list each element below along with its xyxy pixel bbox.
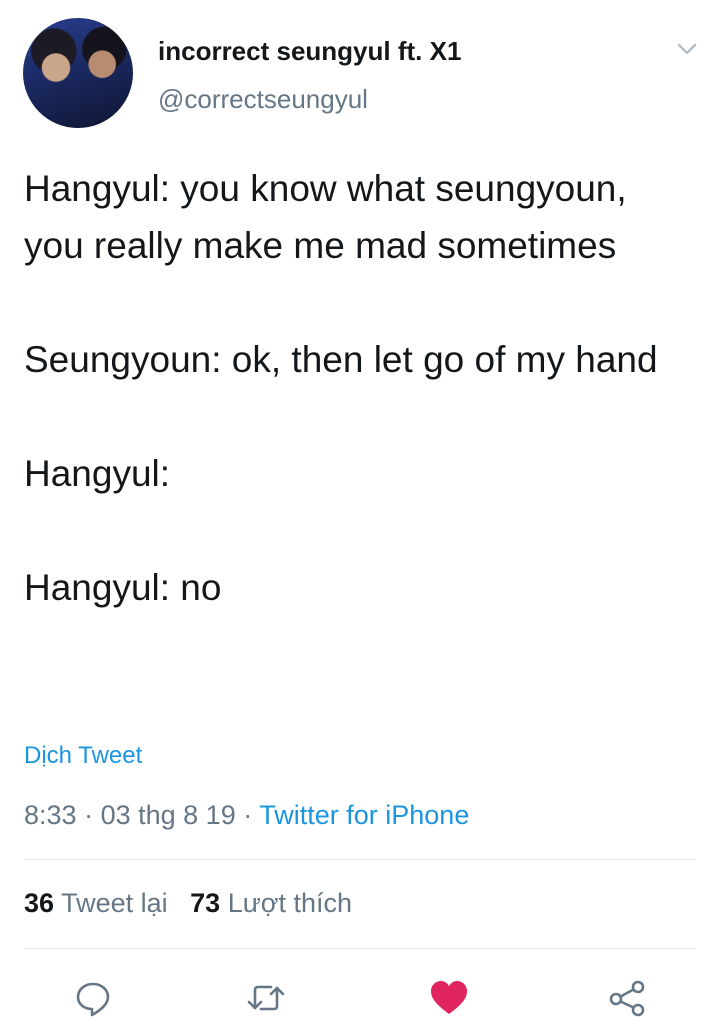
- tweet-paragraph: Hangyul:: [24, 453, 171, 494]
- reply-icon[interactable]: [72, 978, 114, 1018]
- tweet-header: incorrect seungyul ft. X1 @correctseungy…: [0, 0, 719, 140]
- chevron-down-icon[interactable]: [674, 36, 700, 62]
- divider: [24, 859, 696, 860]
- tweet-meta: 8:33 · 03 thg 8 19 · Twitter for iPhone: [24, 800, 469, 831]
- heart-icon[interactable]: [428, 978, 470, 1018]
- tweet-paragraph: Hangyul: no: [24, 567, 222, 608]
- tweet-source-link[interactable]: Twitter for iPhone: [259, 800, 469, 830]
- likes-label: Lượt thích: [227, 888, 353, 918]
- divider: [24, 948, 696, 949]
- tweet-paragraph: Seungyoun: ok, then let go of my hand: [24, 339, 658, 380]
- retweets-label: Tweet lại: [61, 888, 168, 918]
- retweets-stat[interactable]: 36 Tweet lại: [24, 888, 168, 918]
- share-icon[interactable]: [607, 978, 649, 1018]
- avatar[interactable]: [23, 18, 133, 128]
- author-handle[interactable]: @correctseungyul: [158, 84, 368, 115]
- translate-tweet-link[interactable]: Dịch Tweet: [24, 742, 142, 770]
- tweet-date: 03 thg 8 19: [100, 800, 236, 830]
- tweet-paragraph: Hangyul: you know what seungyoun, you re…: [24, 168, 627, 266]
- tweet-text: Hangyul: you know what seungyoun, you re…: [24, 160, 694, 616]
- likes-stat[interactable]: 73 Lượt thích: [190, 888, 352, 918]
- retweet-icon[interactable]: [245, 978, 287, 1018]
- tweet-time: 8:33: [24, 800, 77, 830]
- meta-separator: ·: [84, 800, 94, 830]
- likes-count: 73: [190, 888, 221, 918]
- meta-separator: ·: [243, 800, 253, 830]
- tweet-stats: 36 Tweet lại 73 Lượt thích: [24, 888, 352, 919]
- author-name[interactable]: incorrect seungyul ft. X1: [158, 36, 461, 67]
- retweets-count: 36: [24, 888, 55, 918]
- tweet-actions: [0, 966, 719, 1028]
